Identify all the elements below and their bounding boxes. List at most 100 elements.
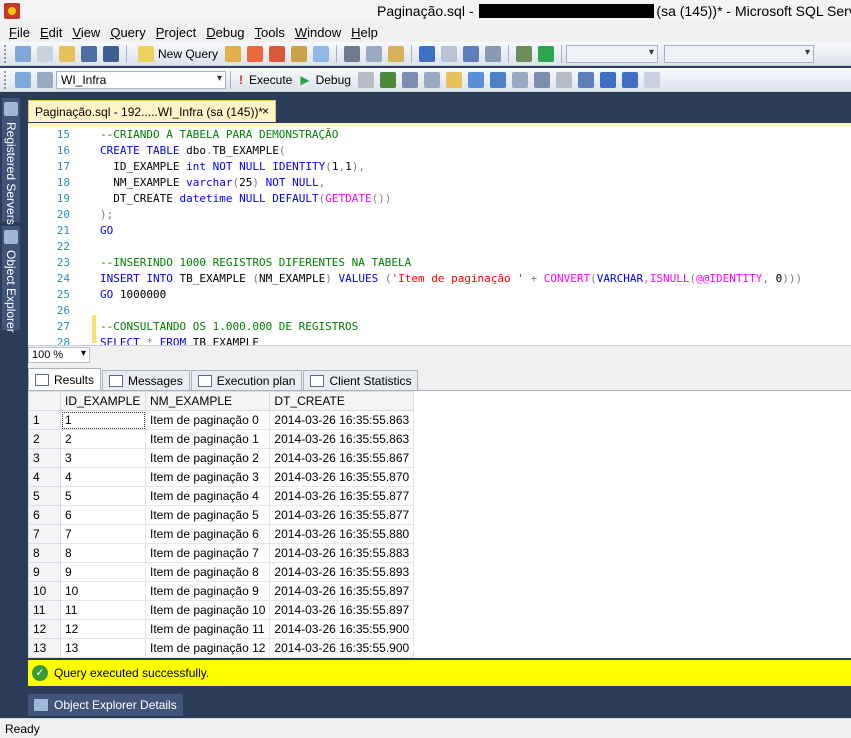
nm-example-cell[interactable]: Item de paginação 12 [144, 638, 271, 658]
dt-create-cell[interactable]: 2014-03-26 16:35:55.863 [269, 410, 415, 430]
id-example-cell[interactable]: 1 [60, 410, 146, 430]
dt-create-cell[interactable]: 2014-03-26 16:35:55.863 [269, 429, 415, 449]
code-line[interactable]: 22 [28, 239, 78, 255]
undo-icon[interactable] [419, 45, 436, 62]
row-number-cell[interactable]: 7 [28, 524, 61, 544]
debug-button[interactable]: ▶ Debug [296, 73, 355, 87]
xmla-query-icon[interactable] [291, 45, 308, 62]
display-estimated-plan-icon[interactable] [401, 71, 418, 88]
dmx-query-icon[interactable] [269, 45, 286, 62]
redo-icon[interactable] [441, 45, 458, 62]
connect-icon[interactable] [15, 71, 31, 88]
row-number-cell[interactable]: 2 [28, 429, 61, 449]
include-client-statistics-icon[interactable] [489, 71, 506, 88]
table-row[interactable]: 13 13 Item de paginação 12 2014-03-26 16:35… [28, 638, 415, 658]
id-example-cell[interactable]: 12 [60, 619, 146, 639]
change-connection-icon[interactable] [37, 71, 53, 88]
dt-create-cell[interactable]: 2014-03-26 16:35:55.880 [269, 524, 415, 544]
menu-project[interactable]: Project [151, 25, 201, 40]
code-line[interactable]: 17 ID_EXAMPLE int NOT NULL IDENTITY(1,1)… [28, 159, 365, 175]
row-number-cell[interactable]: 12 [28, 619, 61, 639]
menu-window[interactable]: Window [290, 25, 346, 40]
nm-example-cell[interactable]: Item de paginação 4 [144, 486, 271, 506]
nm-example-cell[interactable]: Item de paginação 6 [144, 524, 271, 544]
table-row[interactable]: 9 9 Item de paginação 8 2014-03-26 16:35:55… [28, 562, 415, 582]
tab-client-statistics[interactable]: Client Statistics [303, 370, 419, 390]
close-tab-icon[interactable]: × [262, 104, 269, 118]
results-to-grid-icon[interactable] [511, 71, 528, 88]
code-line[interactable]: 27 --CONSULTANDO OS 1.000.000 DE REGISTRO… [28, 319, 359, 335]
table-row[interactable]: 4 4 Item de paginação 3 2014-03-26 16:35:55… [28, 467, 415, 487]
increase-indent-icon[interactable] [621, 71, 638, 88]
row-number-cell[interactable]: 8 [28, 543, 61, 563]
table-row[interactable]: 12 12 Item de paginação 11 2014-03-26 16:35… [28, 619, 415, 639]
menu-help[interactable]: Help [346, 25, 383, 40]
new-query-button[interactable]: New Query [131, 45, 222, 62]
parse-checkmark-icon[interactable] [379, 71, 396, 88]
solution-config-combo[interactable] [566, 44, 659, 63]
menu-debug[interactable]: Debug [201, 25, 249, 40]
row-number-cell[interactable]: 9 [28, 562, 61, 582]
nm-example-cell[interactable]: Item de paginação 2 [144, 448, 271, 468]
code-line[interactable]: 24 INSERT INTO TB_EXAMPLE (NM_EXAMPLE) VA… [28, 271, 802, 287]
dt-create-cell[interactable]: 2014-03-26 16:35:55.867 [269, 448, 415, 468]
new-project-icon[interactable] [15, 45, 31, 62]
table-row[interactable]: 6 6 Item de paginação 5 2014-03-26 16:35:55… [28, 505, 415, 525]
column-header-nm-example[interactable]: NM_EXAMPLE [144, 391, 271, 411]
navigate-forward-icon[interactable] [485, 45, 502, 62]
id-example-cell[interactable]: 4 [60, 467, 146, 487]
query-document-tab[interactable]: Paginação.sql - 192.....WI_Infra (sa (14… [28, 100, 276, 122]
save-all-icon[interactable] [103, 45, 119, 62]
id-example-cell[interactable]: 9 [60, 562, 146, 582]
code-line[interactable]: 21 GO [28, 223, 114, 239]
uncomment-icon[interactable] [577, 71, 594, 88]
include-actual-plan-icon[interactable] [467, 71, 484, 88]
menu-edit[interactable]: Edit [35, 25, 67, 40]
object-explorer-details-tab[interactable]: Object Explorer Details [28, 694, 183, 716]
menu-tools[interactable]: Tools [250, 25, 290, 40]
row-number-cell[interactable]: 13 [28, 638, 61, 658]
row-number-cell[interactable]: 1 [28, 410, 61, 430]
code-line[interactable]: 18 NM_EXAMPLE varchar(25) NOT NULL, [28, 175, 325, 191]
analysis-query-icon[interactable] [313, 45, 330, 62]
menu-view[interactable]: View [67, 25, 105, 40]
code-line[interactable]: 26 [28, 303, 78, 319]
nm-example-cell[interactable]: Item de paginação 9 [144, 581, 271, 601]
row-number-header[interactable] [28, 391, 61, 411]
database-selector[interactable]: WI_Infra [56, 70, 226, 89]
sql-editor[interactable]: 15 --CRIANDO A TABELA PARA DEMONSTRAÇÃO 16… [28, 123, 851, 349]
row-number-cell[interactable]: 10 [28, 581, 61, 601]
open-file-icon[interactable] [59, 45, 75, 62]
zoom-combo[interactable]: 100 % [28, 347, 90, 363]
dt-create-cell[interactable]: 2014-03-26 16:35:55.893 [269, 562, 415, 582]
save-icon[interactable] [81, 45, 97, 62]
id-example-cell[interactable]: 7 [60, 524, 146, 544]
row-number-cell[interactable]: 3 [28, 448, 61, 468]
code-line[interactable]: 16 CREATE TABLE dbo.TB_EXAMPLE( [28, 143, 286, 159]
id-example-cell[interactable]: 8 [60, 543, 146, 563]
paste-icon[interactable] [388, 45, 405, 62]
table-row[interactable]: 3 3 Item de paginação 2 2014-03-26 16:35:55… [28, 448, 415, 468]
nm-example-cell[interactable]: Item de paginação 7 [144, 543, 271, 563]
nm-example-cell[interactable]: Item de paginação 1 [144, 429, 271, 449]
code-line[interactable]: 23 --INSERINDO 1000 REGISTROS DIFERENTES … [28, 255, 412, 271]
menu-query[interactable]: Query [105, 25, 150, 40]
toolbar-grip[interactable] [4, 44, 8, 63]
code-line[interactable]: 25 GO 1000000 [28, 287, 166, 303]
id-example-cell[interactable]: 2 [60, 429, 146, 449]
dt-create-cell[interactable]: 2014-03-26 16:35:55.877 [269, 505, 415, 525]
dt-create-cell[interactable]: 2014-03-26 16:35:55.870 [269, 467, 415, 487]
object-explorer-tab[interactable]: Object Explorer [2, 226, 20, 333]
table-row[interactable]: 11 11 Item de paginação 10 2014-03-26 16:35… [28, 600, 415, 620]
tab-results[interactable]: Results [28, 368, 102, 390]
column-header-id-example[interactable]: ID_EXAMPLE [60, 391, 146, 411]
menu-file[interactable]: File [4, 25, 35, 40]
nm-example-cell[interactable]: Item de paginação 3 [144, 467, 271, 487]
column-header-dt-create[interactable]: DT_CREATE [269, 391, 415, 411]
copy-icon[interactable] [366, 45, 383, 62]
row-number-cell[interactable]: 4 [28, 467, 61, 487]
row-number-cell[interactable]: 6 [28, 505, 61, 525]
add-item-icon[interactable] [37, 45, 53, 62]
table-row[interactable]: 2 2 Item de paginação 1 2014-03-26 16:35:55… [28, 429, 415, 449]
table-row[interactable]: 10 10 Item de paginação 9 2014-03-26 16:35:… [28, 581, 415, 601]
